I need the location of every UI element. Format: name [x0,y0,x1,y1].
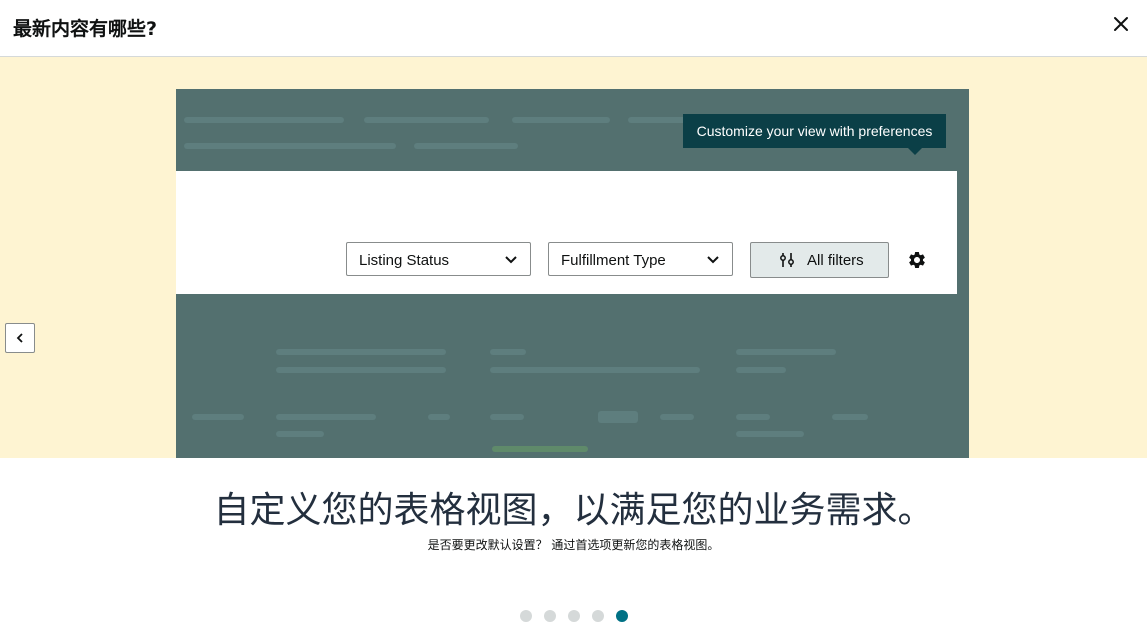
all-filters-button[interactable]: All filters [750,242,889,278]
carousel-dot-2[interactable] [544,610,556,622]
blurred-column-header [276,349,446,355]
fulfillment-type-dropdown[interactable]: Fulfillment Type [548,242,733,276]
modal-title: 最新内容有哪些? [13,18,158,40]
chevron-down-icon [707,256,719,264]
blurred-table-header [192,414,244,420]
previous-slide-button[interactable] [5,323,35,353]
preferences-tooltip: Customize your view with preferences [683,114,946,148]
sliders-icon [780,253,794,267]
blurred-text [276,367,446,373]
blurred-cell [736,431,804,437]
blurred-table-header [832,414,868,420]
slide-heading: 自定义您的表格视图，以满足您的业务需求。 [213,490,934,531]
blurred-text [490,367,700,373]
blurred-table-header [276,414,376,420]
carousel-dot-5[interactable] [616,610,628,622]
chevron-down-icon [505,256,517,264]
blurred-breadcrumb [184,143,396,149]
blurred-table-header [428,414,450,420]
modal-header: 最新内容有哪些? [0,0,1147,57]
blurred-text [736,367,786,373]
chevron-left-icon [16,333,23,343]
tooltip-arrow [908,148,922,155]
blurred-table-header [736,414,770,420]
blurred-breadcrumb [184,117,344,123]
listing-status-dropdown[interactable]: Listing Status [346,242,531,276]
listing-status-label: Listing Status [359,252,450,269]
gear-icon[interactable] [907,250,927,270]
filter-panel: Listing Status Fulfillment Type All filt… [176,171,957,294]
all-filters-label: All filters [807,252,864,269]
blurred-cell [276,431,324,437]
slide-subtext: 是否要更改默认设置？ 通过首选项更新您的表格视图。 [427,538,720,552]
close-icon[interactable] [1111,14,1131,34]
blurred-breadcrumb [364,117,489,123]
blurred-table-header [490,414,524,420]
blurred-cell [492,446,588,452]
blurred-column-header [736,349,836,355]
blurred-table-header [660,414,694,420]
blurred-column-header [490,349,526,355]
carousel-dot-4[interactable] [592,610,604,622]
blurred-table-header [598,411,638,423]
carousel-dot-3[interactable] [568,610,580,622]
carousel-dot-1[interactable] [520,610,532,622]
blurred-breadcrumb [512,117,610,123]
fulfillment-type-label: Fulfillment Type [561,252,666,269]
blurred-breadcrumb [414,143,518,149]
slide-screenshot: Listing Status Fulfillment Type All filt… [176,89,969,458]
